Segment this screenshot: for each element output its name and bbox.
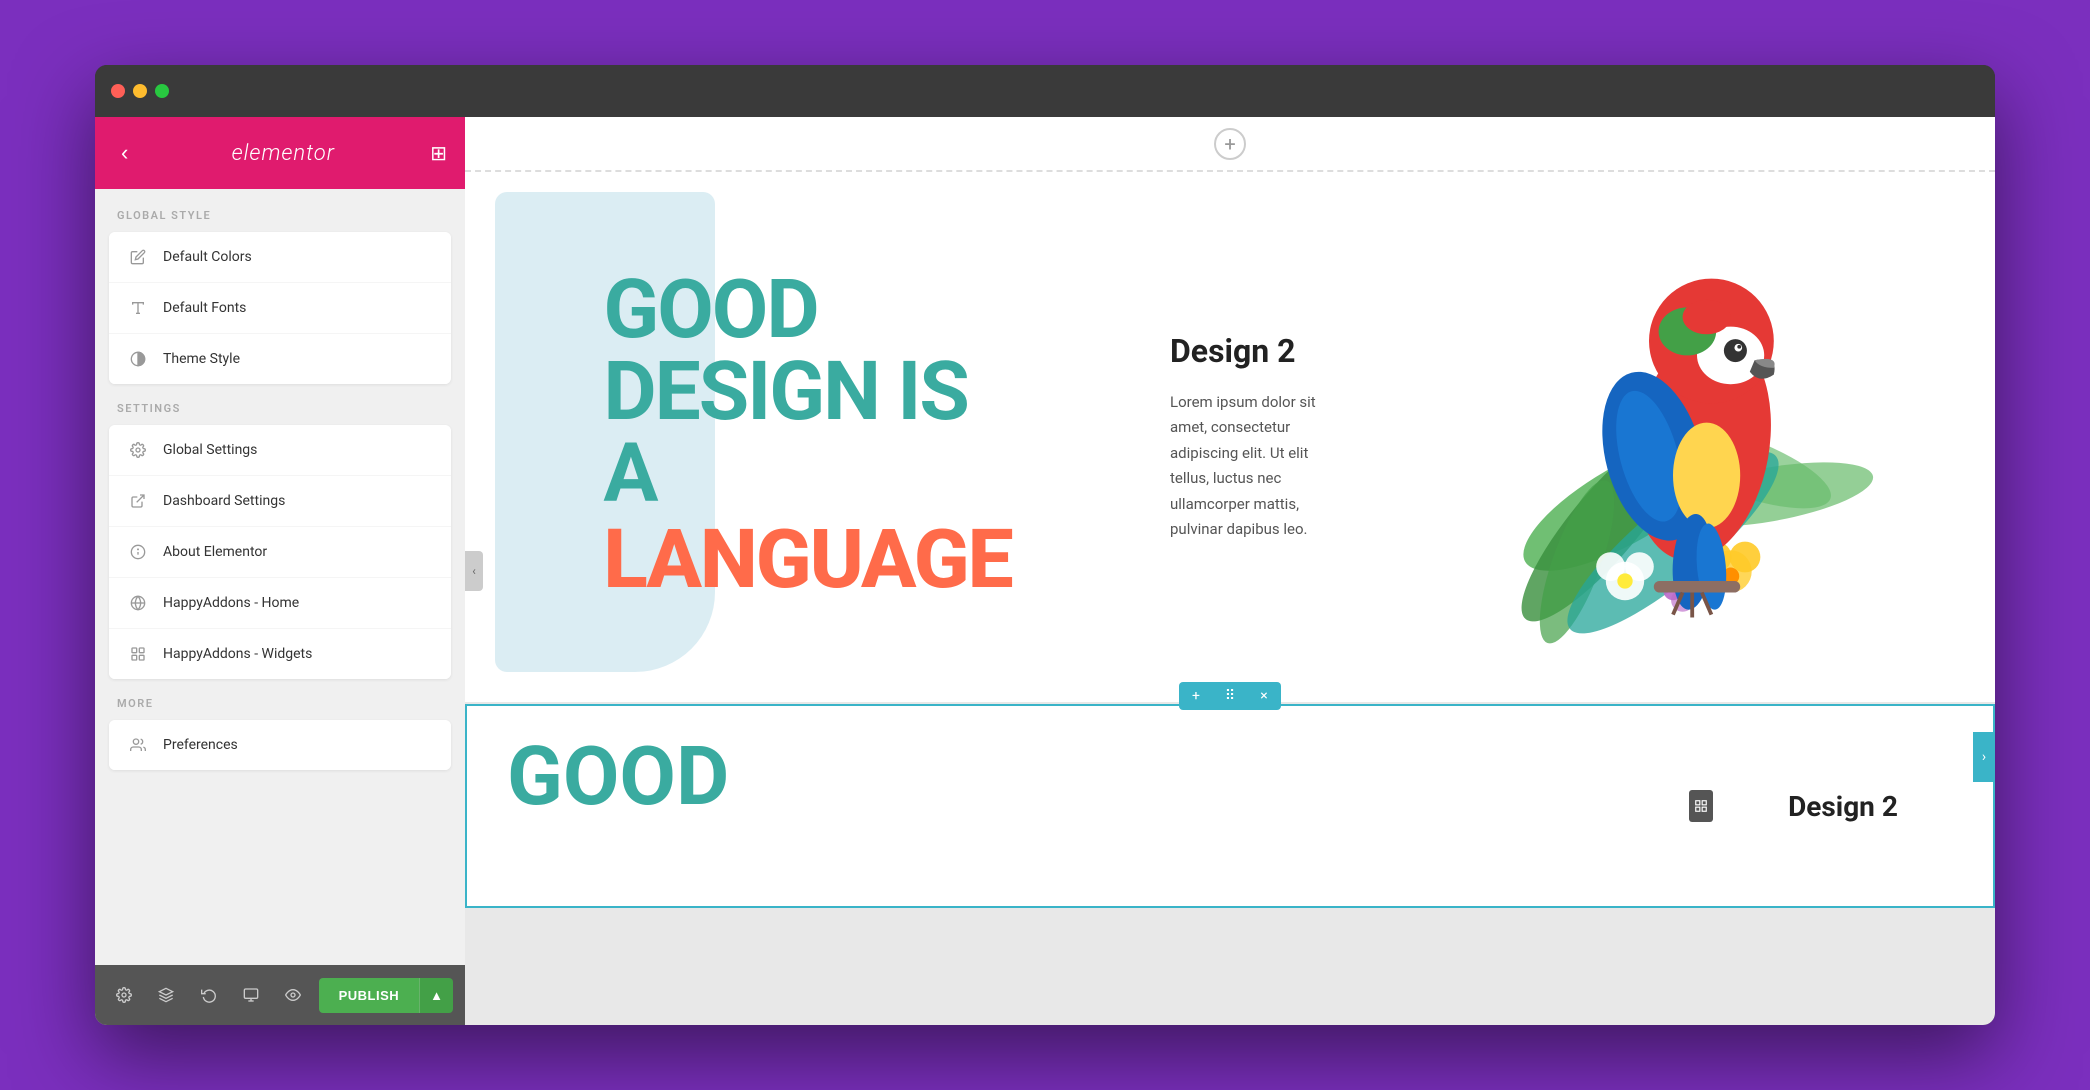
elementor-sidebar: ‹ elementor ⊞ GLOBAL STYLE (95, 117, 465, 1025)
dashboard-settings-label: Dashboard Settings (163, 493, 285, 509)
footer-history-icon[interactable] (192, 977, 226, 1013)
traffic-light-yellow[interactable] (133, 84, 147, 98)
design2-title: Design 2 (1170, 332, 1296, 370)
canvas-section-2-wrapper: + ⠿ × GOOD (465, 704, 1995, 908)
about-elementor-label: About Elementor (163, 544, 267, 560)
traffic-light-red[interactable] (111, 84, 125, 98)
sidebar-logo: elementor (232, 141, 335, 166)
browser-titlebar (95, 65, 1995, 117)
theme-style-label: Theme Style (163, 351, 240, 367)
footer-preview-icon[interactable] (276, 977, 310, 1013)
section-toolbar: + ⠿ × (1179, 682, 1281, 710)
blue-side-handle[interactable]: › (1973, 732, 1995, 782)
default-colors-label: Default Colors (163, 249, 252, 265)
browser-content: ‹ elementor ⊞ GLOBAL STYLE (95, 117, 1995, 1025)
section-1-center: Design 2 Lorem ipsum dolor sit amet, con… (1150, 172, 1350, 702)
section-2-left: GOOD (467, 706, 1693, 906)
sidebar-header: ‹ elementor ⊞ (95, 117, 465, 189)
info-icon (127, 541, 149, 563)
sidebar-item-theme-style[interactable]: Theme Style (109, 334, 451, 384)
section-2-title: Design 2 (1788, 790, 1898, 823)
sidebar-footer: PUBLISH ▲ (95, 965, 465, 1025)
canvas-scroll[interactable]: GOOD DESIGN IS A LANGUAGE Design 2 Lorem… (465, 172, 1995, 1025)
global-style-group: Default Colors Default Fonts (109, 232, 451, 384)
more-label: MORE (95, 697, 465, 720)
global-settings-label: Global Settings (163, 442, 257, 458)
section-move-btn[interactable]: ⠿ (1213, 682, 1247, 710)
sidebar-item-global-settings[interactable]: Global Settings (109, 425, 451, 476)
main-headline: GOOD DESIGN IS A LANGUAGE (603, 269, 1011, 605)
section-close-btn[interactable]: × (1247, 682, 1281, 710)
headline-line-language: LANGUAGE (603, 515, 1011, 605)
canvas-section-1: GOOD DESIGN IS A LANGUAGE Design 2 Lorem… (465, 172, 1995, 702)
sidebar-back-button[interactable]: ‹ (113, 136, 136, 170)
browser-window: ‹ elementor ⊞ GLOBAL STYLE (95, 65, 1995, 1025)
footer-settings-icon[interactable] (107, 977, 141, 1013)
happyaddons-home-label: HappyAddons - Home (163, 595, 299, 611)
canvas-section-2: GOOD (467, 706, 1993, 906)
section-2-right: Design 2 (1693, 706, 1993, 906)
headline-line-good: GOOD (603, 269, 1011, 351)
preferences-label: Preferences (163, 737, 238, 753)
pencil-icon (127, 246, 149, 268)
publish-button-group: PUBLISH ▲ (319, 978, 453, 1013)
footer-responsive-icon[interactable] (234, 977, 268, 1013)
settings-gear-icon (127, 439, 149, 461)
sidebar-item-default-fonts[interactable]: Default Fonts (109, 283, 451, 334)
sidebar-body: GLOBAL STYLE Default Colors (95, 189, 465, 965)
publish-dropdown-button[interactable]: ▲ (419, 978, 453, 1013)
parrot-illustration (1433, 197, 1913, 677)
sidebar-item-happyaddons-widgets[interactable]: HappyAddons - Widgets (109, 629, 451, 679)
global-style-label: GLOBAL STYLE (95, 209, 465, 232)
section-1-left: GOOD DESIGN IS A LANGUAGE (465, 172, 1150, 702)
default-fonts-label: Default Fonts (163, 300, 246, 316)
add-section-button[interactable]: + (1214, 128, 1246, 160)
external-link-icon (127, 490, 149, 512)
design2-body: Lorem ipsum dolor sit amet, consectetur … (1170, 390, 1330, 543)
headline-line-design-is: DESIGN IS (603, 351, 1011, 433)
section-1-right (1350, 172, 1995, 702)
happyaddons-widgets-label: HappyAddons - Widgets (163, 646, 312, 662)
sidebar-collapse-btn[interactable]: ‹ (465, 551, 483, 591)
section-add-btn[interactable]: + (1179, 682, 1213, 710)
more-group: Preferences (109, 720, 451, 770)
user-icon (127, 734, 149, 756)
widgets-icon (127, 643, 149, 665)
settings-label: SETTINGS (95, 402, 465, 425)
circle-half-icon (127, 348, 149, 370)
footer-layers-icon[interactable] (149, 977, 183, 1013)
canvas-area: ‹ + GOOD DESIGN IS A LANGUAGE (465, 117, 1995, 1025)
globe-icon (127, 592, 149, 614)
sidebar-item-about-elementor[interactable]: About Elementor (109, 527, 451, 578)
section-2-headline: GOOD (507, 736, 729, 818)
traffic-light-green[interactable] (155, 84, 169, 98)
sidebar-item-preferences[interactable]: Preferences (109, 720, 451, 770)
column-handle[interactable] (1689, 790, 1713, 822)
headline-line-a: A (603, 433, 1011, 515)
sidebar-grid-button[interactable]: ⊞ (430, 141, 447, 165)
publish-button[interactable]: PUBLISH (319, 978, 420, 1013)
canvas-toolbar: + (465, 117, 1995, 172)
font-icon (127, 297, 149, 319)
sidebar-item-happyaddons-home[interactable]: HappyAddons - Home (109, 578, 451, 629)
settings-group: Global Settings (109, 425, 451, 679)
traffic-lights (111, 84, 169, 98)
sidebar-item-default-colors[interactable]: Default Colors (109, 232, 451, 283)
sidebar-item-dashboard-settings[interactable]: Dashboard Settings (109, 476, 451, 527)
